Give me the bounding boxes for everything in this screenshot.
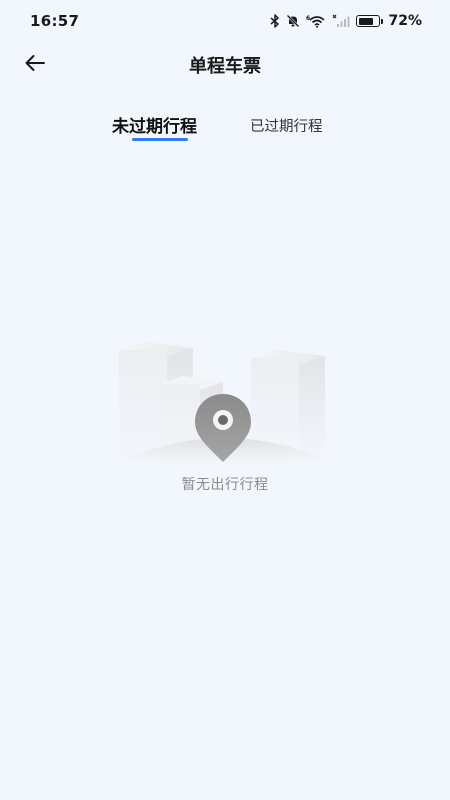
tab-expired-trips[interactable]: 已过期行程 — [250, 115, 323, 136]
battery-percent: 72% — [388, 13, 422, 29]
nav-bar: 单程车票 — [0, 42, 450, 88]
status-bar: 16:57 6 72% — [0, 0, 450, 42]
tab-unexpired-trips[interactable]: 未过期行程 — [112, 112, 197, 141]
battery-icon — [356, 15, 381, 27]
tab-label: 已过期行程 — [250, 119, 323, 135]
status-icons: 6 72% — [270, 13, 422, 29]
status-time: 16:57 — [30, 12, 80, 30]
empty-state-message: 暂无出行行程 — [181, 477, 269, 493]
empty-state: 暂无出行行程 — [0, 320, 450, 520]
battery-cap — [381, 18, 384, 24]
battery-fill — [358, 17, 373, 25]
tab-label: 未过期行程 — [112, 117, 197, 137]
tab-active-indicator — [132, 138, 188, 141]
bluetooth-icon — [270, 14, 280, 28]
wifi-6-icon: 6 — [306, 14, 326, 28]
battery-indicator: 72% — [356, 13, 422, 29]
signal-no-service-icon — [332, 14, 350, 28]
map-pin-buildings-illustration — [105, 328, 345, 468]
trip-tabs: 未过期行程 已过期行程 — [0, 112, 450, 152]
mute-icon — [286, 14, 300, 28]
page-title: 单程车票 — [189, 56, 261, 77]
svg-text:6: 6 — [306, 15, 310, 22]
